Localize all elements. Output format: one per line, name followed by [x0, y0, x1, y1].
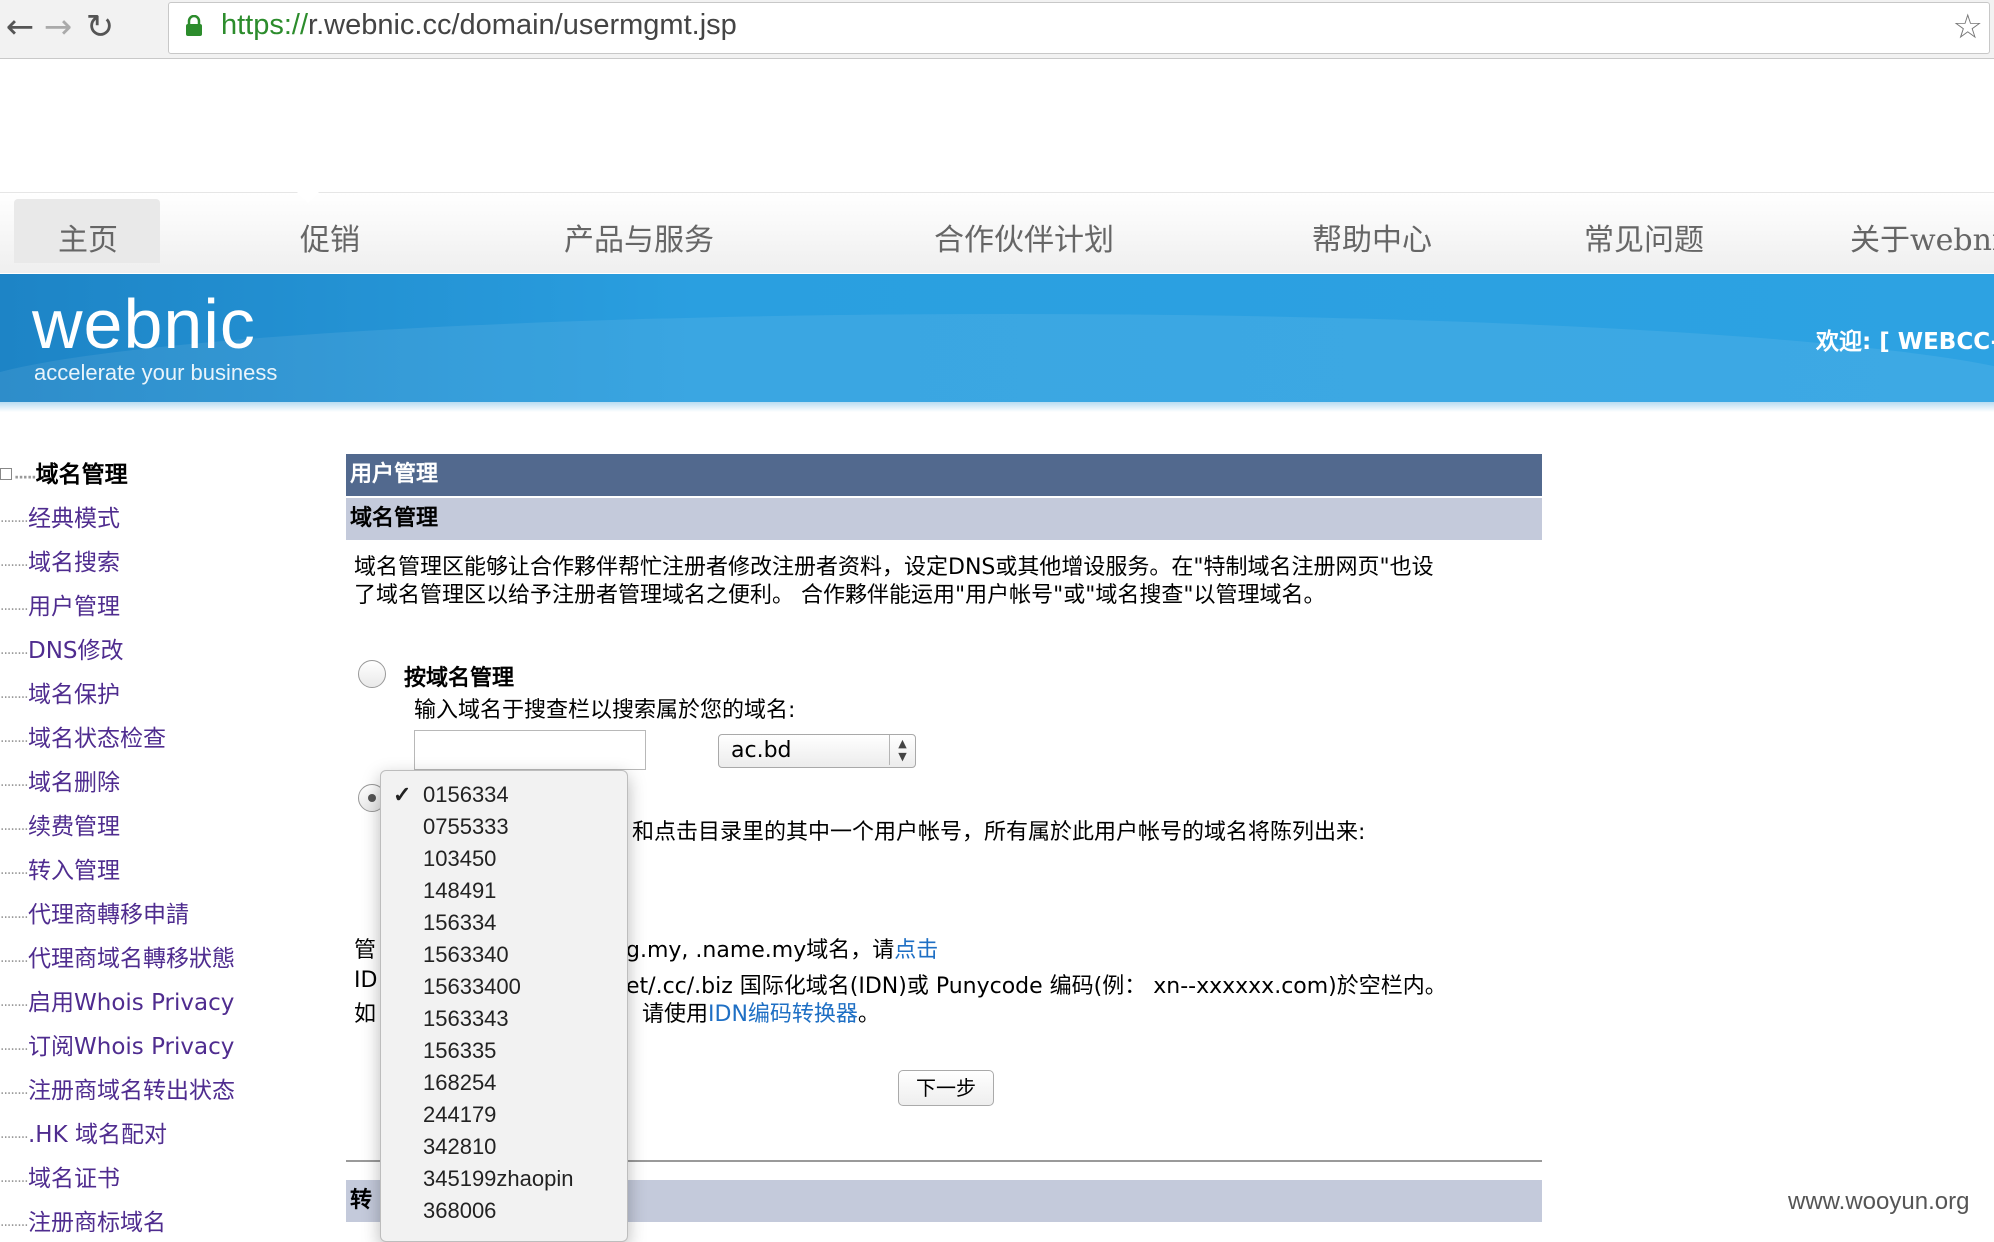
top-nav-partners[interactable]: 合作伙伴计划	[934, 215, 1114, 259]
watermark: www.wooyun.org	[1788, 1188, 1970, 1215]
tree-collapse-icon[interactable]	[0, 467, 12, 480]
sidebar-item-certificate[interactable]: ········域名证书	[0, 1159, 120, 1193]
banner: webnic accelerate your business 欢迎: [ WE…	[0, 274, 1994, 402]
url-text: https://r.webnic.cc/domain/usermgmt.jsp	[221, 9, 737, 41]
top-nav-faq[interactable]: 常见问题	[1584, 215, 1704, 259]
note1-prefix: 管	[354, 938, 377, 963]
lock-icon	[186, 15, 202, 36]
dropdown-option[interactable]: 1563340	[381, 939, 627, 971]
dropdown-option[interactable]: 0755333	[381, 811, 627, 843]
top-nav-promotion[interactable]: 促销	[300, 215, 360, 259]
dropdown-option[interactable]: 1563343	[381, 1003, 627, 1035]
sidebar-item-status-check[interactable]: ········域名状态检查	[0, 719, 166, 753]
top-nav-home[interactable]: 主页	[58, 215, 118, 259]
note3-text: 请使用IDN编码转换器。	[642, 1002, 880, 1027]
user-account-dropdown[interactable]: ✓ 0156334 0755333 103450 148491 156334 15…	[380, 770, 628, 1242]
top-nav-help[interactable]: 帮助中心	[1312, 215, 1432, 259]
sidebar-item-subscribe-whois-privacy[interactable]: ········订阅Whois Privacy	[0, 1027, 234, 1061]
panel-header: 用户管理	[346, 454, 1542, 496]
sidebar-item-hk-pairing[interactable]: ········.HK 域名配对	[0, 1115, 167, 1149]
section-header: 域名管理	[346, 498, 1542, 540]
banner-shadow	[0, 402, 1994, 412]
next-button[interactable]: 下一步	[898, 1070, 994, 1106]
dropdown-option[interactable]: 103450	[381, 843, 627, 875]
option-by-domain-hint: 输入域名于搜查栏以搜索属於您的域名:	[414, 698, 796, 723]
sidebar-root[interactable]: ·····域名管理	[0, 455, 128, 489]
address-bar[interactable]: https://r.webnic.cc/domain/usermgmt.jsp …	[168, 2, 1990, 54]
description-line-2: 了域名管理区以给予注册者管理域名之便利。 合作夥伴能运用"用户帐号"或"域名搜查…	[354, 583, 1326, 608]
logo[interactable]: webnic	[32, 284, 256, 364]
dropdown-option[interactable]: 148491	[381, 875, 627, 907]
banner-swoosh	[0, 314, 1994, 402]
welcome-text: 欢迎: [ WEBCC-	[1816, 329, 1994, 355]
description-line-1: 域名管理区能够让合作夥伴帮忙注册者修改注册者资料，设定DNS或其他增设服务。在"…	[354, 555, 1434, 580]
description: 域名管理区能够让合作夥伴帮忙注册者修改注册者资料，设定DNS或其他增设服务。在"…	[354, 554, 1534, 610]
checkmark-icon: ✓	[393, 782, 412, 807]
sidebar-item-renewal[interactable]: ········续费管理	[0, 807, 120, 841]
note1-text: g.my, .name.my域名，请点击	[626, 938, 939, 963]
back-icon[interactable]: ←	[0, 6, 40, 48]
dropdown-option[interactable]: 368006	[381, 1195, 627, 1227]
sidebar-item-transfer-in[interactable]: ········转入管理	[0, 851, 120, 885]
radio-by-domain[interactable]	[358, 660, 386, 688]
top-nav-products[interactable]: 产品与服务	[564, 215, 714, 259]
option-by-user-text: 和点击目录里的其中一个用户帐号，所有属於此用户帐号的域名将陈列出来:	[632, 820, 1366, 845]
note2-prefix: ID	[354, 968, 378, 993]
dropdown-option[interactable]: 342810	[381, 1131, 627, 1163]
select-arrows-icon: ▲ ▼	[889, 735, 915, 765]
dropdown-option[interactable]: 15633400	[381, 971, 627, 1003]
sidebar-item-reseller-transfer-status[interactable]: ········代理商域名轉移狀態	[0, 939, 235, 973]
bookmark-star-icon[interactable]: ☆	[1953, 7, 1983, 47]
nav-pointer	[296, 191, 320, 203]
tld-select[interactable]: ac.bd ▲ ▼	[718, 734, 916, 768]
idn-converter-link[interactable]: IDN编码转换器	[708, 1002, 858, 1027]
domain-search-input[interactable]	[414, 730, 646, 770]
sidebar-item-domain-search[interactable]: ········域名搜索	[0, 543, 120, 577]
sidebar-item-domain-protect[interactable]: ········域名保护	[0, 675, 120, 709]
logo-tagline: accelerate your business	[34, 360, 278, 385]
sidebar-item-classic-mode[interactable]: ········经典模式	[0, 499, 120, 533]
note1-link[interactable]: 点击	[894, 938, 938, 963]
sidebar-item-delete[interactable]: ········域名删除	[0, 763, 120, 797]
dropdown-option[interactable]: 156334	[381, 907, 627, 939]
browser-toolbar: ← → ↻ https://r.webnic.cc/domain/usermgm…	[0, 0, 1994, 59]
sidebar-item-dns[interactable]: ········DNS修改	[0, 631, 124, 665]
dropdown-option[interactable]: 168254	[381, 1067, 627, 1099]
sidebar-item-reseller-transfer[interactable]: ········代理商轉移申請	[0, 895, 189, 929]
sidebar-item-enable-whois-privacy[interactable]: ········启用Whois Privacy	[0, 983, 234, 1017]
top-nav: 主页 促销 产品与服务 合作伙伴计划 帮助中心 常见问题 关于webnic	[0, 191, 1994, 273]
dropdown-option[interactable]: 345199zhaopin	[381, 1163, 627, 1195]
dropdown-option[interactable]: ✓ 0156334	[381, 779, 627, 811]
note3-prefix: 如	[354, 1002, 377, 1027]
sidebar-item-transfer-out-status[interactable]: ········注册商域名转出状态	[0, 1071, 235, 1105]
tld-select-value: ac.bd	[731, 738, 792, 763]
top-nav-about[interactable]: 关于webnic	[1850, 215, 1994, 259]
dropdown-option[interactable]: 156335	[381, 1035, 627, 1067]
sidebar-item-user-management[interactable]: ········用户管理	[0, 587, 120, 621]
forward-icon[interactable]: →	[38, 6, 78, 48]
option-by-domain-label: 按域名管理	[404, 666, 515, 691]
reload-icon[interactable]: ↻	[80, 6, 120, 48]
dropdown-option[interactable]: 244179	[381, 1099, 627, 1131]
